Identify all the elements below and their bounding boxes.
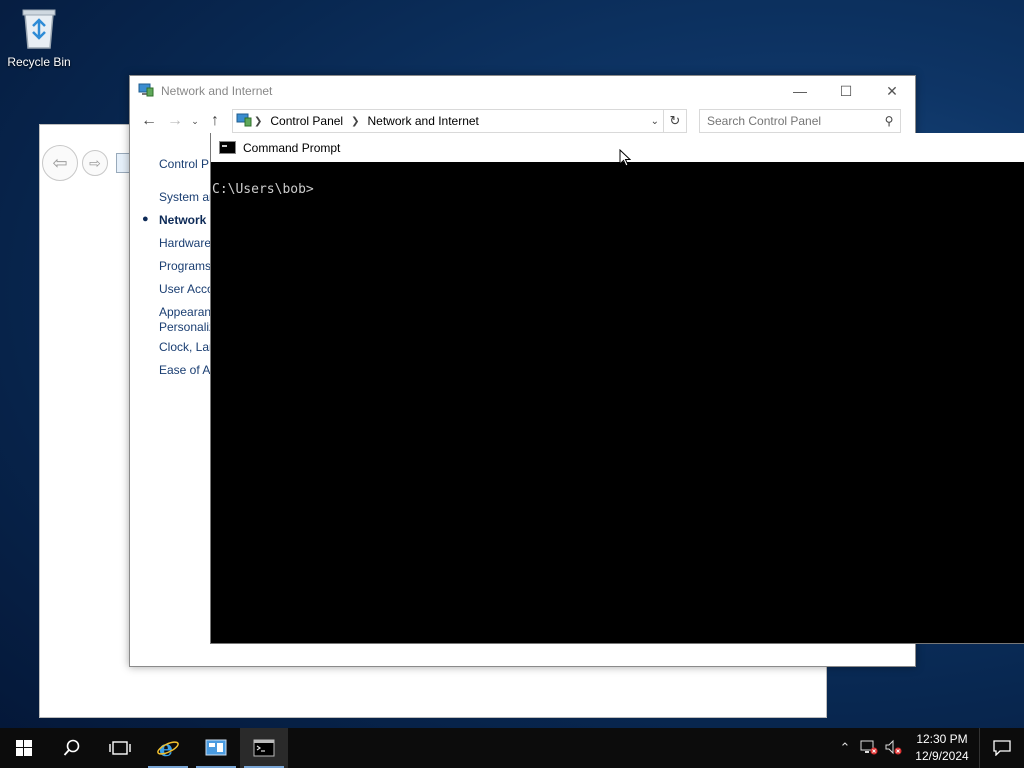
maximize-icon: ☐ xyxy=(839,82,853,99)
back-arrow-icon: ⇦ xyxy=(52,152,68,173)
sidebar-item-control-panel-home[interactable]: Control P xyxy=(159,157,209,171)
close-button[interactable]: ✕ xyxy=(869,76,915,106)
console-icon xyxy=(219,141,236,154)
address-location-icon xyxy=(236,112,252,131)
search-icon: ⚲ xyxy=(884,114,894,128)
command-prompt-icon xyxy=(253,739,275,757)
search-input[interactable] xyxy=(700,113,878,129)
sidebar-item-ease-of-access[interactable]: Ease of Ac xyxy=(159,363,216,377)
notification-icon xyxy=(993,740,1011,756)
console-prompt: C:\Users\bob> xyxy=(212,182,314,197)
sidebar-item-clock-language[interactable]: Clock, Lar xyxy=(159,340,213,354)
maximize-button[interactable]: ☐ xyxy=(823,76,869,106)
refresh-button[interactable]: ↻ xyxy=(664,109,687,133)
volume-muted-icon[interactable] xyxy=(881,739,905,758)
current-item-bullet-icon: ● xyxy=(142,213,149,225)
mouse-cursor-icon xyxy=(619,149,631,167)
breadcrumb-separator-icon: ❯ xyxy=(254,115,263,127)
minimize-icon: — xyxy=(793,83,807,99)
console-output[interactable]: C:\Users\bob> xyxy=(211,162,1024,197)
sidebar-item-programs[interactable]: Programs xyxy=(159,259,211,273)
sidebar-item-system-and-security[interactable]: System ar xyxy=(159,190,213,204)
show-hidden-icons-chevron-icon[interactable]: ⌃ xyxy=(833,740,857,756)
taskbar-control-panel[interactable] xyxy=(192,728,240,768)
up-button[interactable]: ↑ xyxy=(202,112,228,130)
refresh-icon: ↻ xyxy=(669,113,681,128)
control-panel-titlebar[interactable]: Network and Internet — ☐ ✕ xyxy=(130,76,915,106)
recycle-bin-desktop-icon[interactable]: Recycle Bin xyxy=(4,6,74,69)
network-disconnected-icon[interactable] xyxy=(857,739,881,758)
back-button[interactable]: ← xyxy=(136,112,162,130)
command-prompt-titlebar[interactable]: Command Prompt xyxy=(211,133,1024,162)
breadcrumb-separator-icon: ❯ xyxy=(351,115,360,127)
breadcrumb-control-panel[interactable]: Control Panel xyxy=(264,114,349,128)
browser-nav: ⇦ ⇨ xyxy=(40,145,136,181)
breadcrumb-network-and-internet[interactable]: Network and Internet xyxy=(362,114,485,128)
control-panel-icon xyxy=(205,739,227,756)
recycle-bin-label: Recycle Bin xyxy=(7,55,71,69)
recent-locations-dropdown[interactable]: ⌄ xyxy=(188,116,202,127)
network-icon xyxy=(138,82,154,101)
windows-logo-icon xyxy=(16,740,32,756)
forward-button[interactable]: → xyxy=(162,112,188,130)
address-bar[interactable]: ❯ Control Panel ❯ Network and Internet ⌄ xyxy=(232,109,664,133)
taskbar: e ⌃ 12:30 PM 12/9/2024 xyxy=(0,728,1024,768)
search-box[interactable]: ⚲ xyxy=(699,109,901,133)
command-prompt-title: Command Prompt xyxy=(243,140,341,155)
search-button[interactable] xyxy=(48,728,96,768)
internet-explorer-icon: e xyxy=(157,736,179,760)
minimize-button[interactable]: — xyxy=(777,76,823,106)
taskbar-command-prompt[interactable] xyxy=(240,728,288,768)
search-icon xyxy=(63,739,80,756)
command-prompt-window[interactable]: Command Prompt C:\Users\bob> xyxy=(210,133,1024,644)
sidebar-item-user-accounts[interactable]: User Acco xyxy=(159,282,214,296)
action-center-button[interactable] xyxy=(979,728,1024,768)
clock-date: 12/9/2024 xyxy=(915,749,969,763)
taskbar-internet-explorer[interactable]: e xyxy=(144,728,192,768)
close-icon: ✕ xyxy=(886,82,898,99)
sidebar-item-hardware[interactable]: Hardware xyxy=(159,236,211,250)
system-tray: ⌃ 12:30 PM 12/9/2024 xyxy=(833,728,1024,768)
browser-forward-button[interactable]: ⇨ xyxy=(82,150,108,176)
sidebar-item-network[interactable]: Network xyxy=(159,213,206,227)
browser-back-button[interactable]: ⇦ xyxy=(42,145,78,181)
control-panel-title: Network and Internet xyxy=(161,84,273,98)
start-button[interactable] xyxy=(0,728,48,768)
clock[interactable]: 12:30 PM 12/9/2024 xyxy=(911,731,973,765)
sidebar-item-appearance[interactable]: Appearan xyxy=(159,305,211,319)
address-dropdown-icon[interactable]: ⌄ xyxy=(647,116,663,127)
address-bar-row: ← → ⌄ ↑ ❯ Control Panel ❯ Network and In… xyxy=(130,106,915,136)
task-view-button[interactable] xyxy=(96,728,144,768)
sidebar-item-personalization[interactable]: Personaliz xyxy=(159,320,215,334)
recycle-bin-icon xyxy=(22,9,56,49)
forward-arrow-icon: ⇨ xyxy=(89,154,101,171)
clock-time: 12:30 PM xyxy=(916,732,968,746)
task-view-icon xyxy=(109,741,131,755)
